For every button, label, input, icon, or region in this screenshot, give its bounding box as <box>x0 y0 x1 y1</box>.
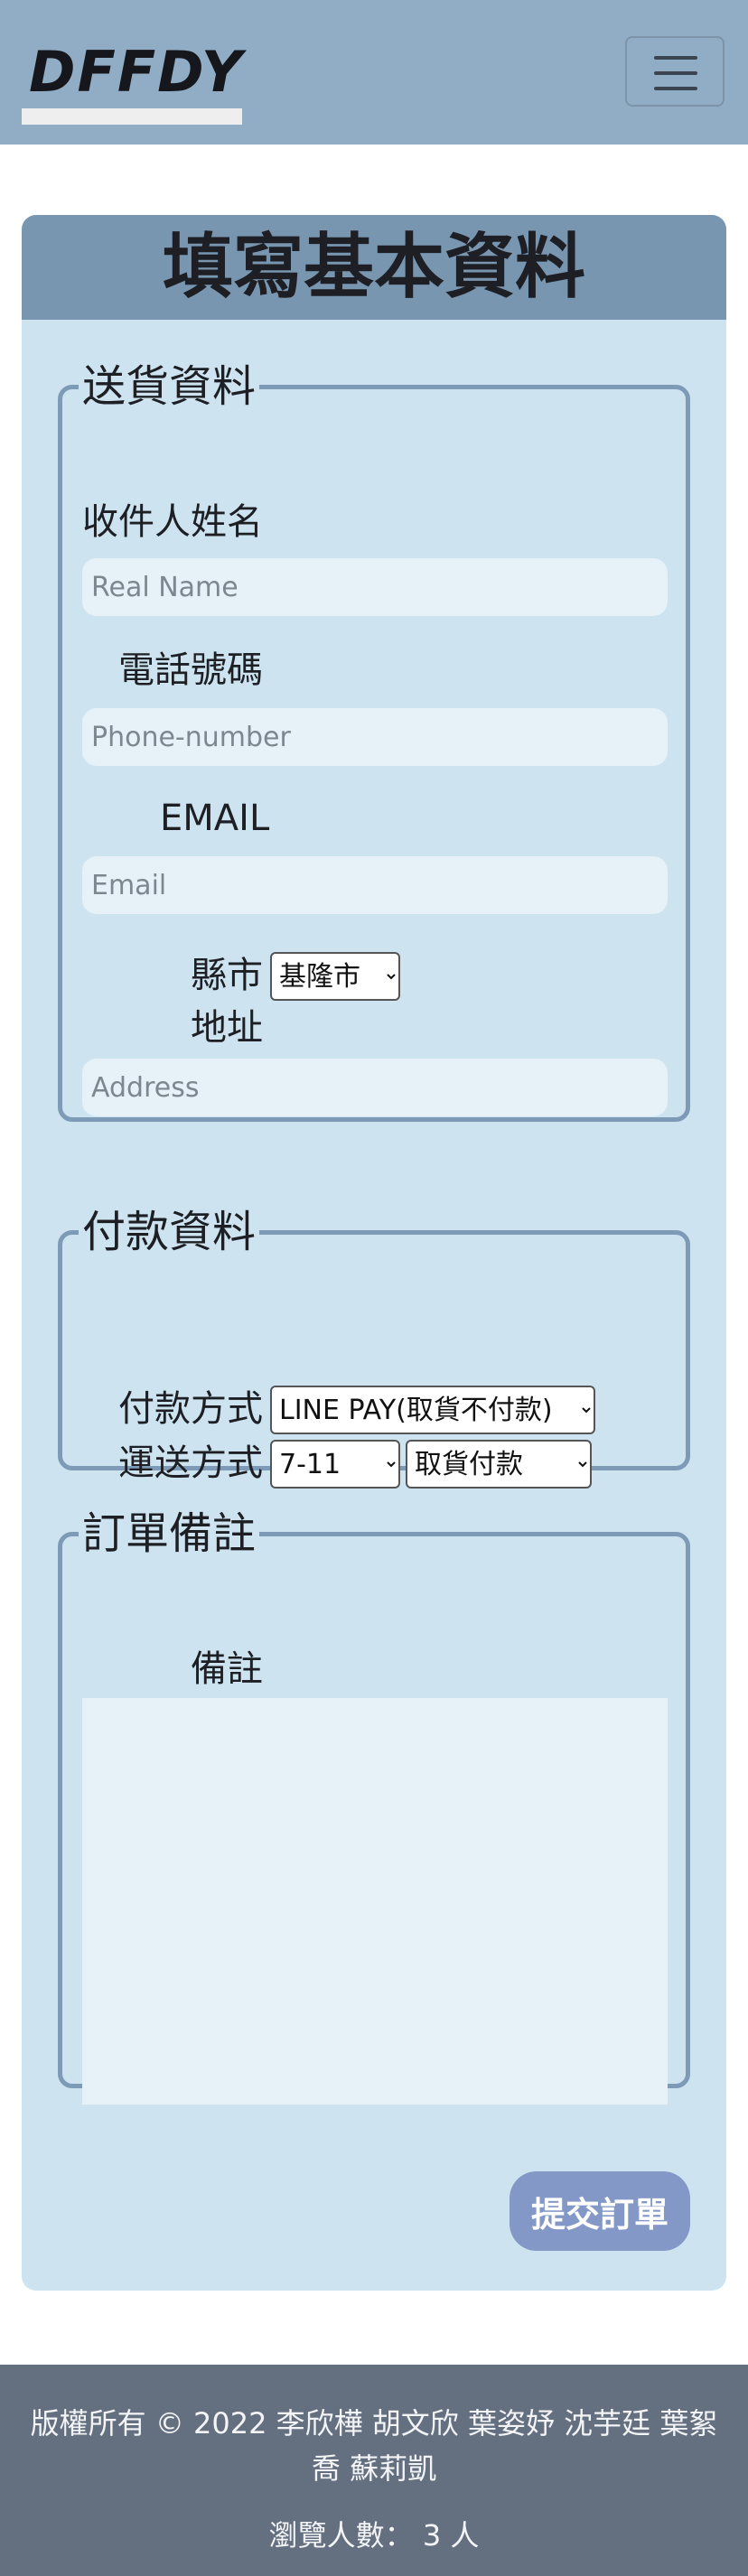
footer: 版權所有 © 2022 李欣樺 胡文欣 葉姿妤 沈芋廷 葉絮喬 蘇莉凱 瀏覽人數… <box>0 2365 748 2576</box>
city-select[interactable]: 基隆市 <box>270 952 400 1001</box>
page-title: 填寫基本資料 <box>162 227 585 308</box>
notes-textarea[interactable] <box>82 1698 668 2105</box>
phone-input[interactable] <box>82 708 668 766</box>
order-form-card: 填寫基本資料 送貨資料 收件人姓名 電話號碼 EMAIL 縣市 基隆市 地址 付… <box>22 215 726 2291</box>
copyright-text: 版權所有 © 2022 李欣樺 胡文欣 葉姿妤 沈芋廷 葉絮喬 蘇莉凱 <box>30 2406 718 2486</box>
city-label: 縣市 <box>191 955 263 996</box>
address-label: 地址 <box>191 1007 263 1049</box>
recipient-name-label: 收件人姓名 <box>82 501 263 543</box>
email-input[interactable] <box>82 856 668 914</box>
payment-legend: 付款資料 <box>82 1207 257 1257</box>
phone-label: 電話號碼 <box>118 649 263 691</box>
notes-label: 備註 <box>191 1648 263 1690</box>
shipping-payment-select[interactable]: 取貨付款 <box>406 1440 592 1489</box>
email-label: EMAIL <box>160 798 270 839</box>
view-counter: 瀏覽人數： 3 人 <box>268 2518 480 2553</box>
payment-method-label: 付款方式 <box>118 1388 263 1430</box>
payment-fieldset: 付款資料 付款方式 LINE PAY(取貨不付款) 運送方式 7-11 取貨付款 <box>58 1207 690 1489</box>
notes-legend: 訂單備註 <box>82 1508 257 1559</box>
menu-bar <box>654 56 697 60</box>
brand-name: DFFDY <box>29 39 244 105</box>
shipping-method-label: 運送方式 <box>118 1442 263 1484</box>
hamburger-menu-icon[interactable] <box>625 36 725 107</box>
menu-bar <box>654 87 697 90</box>
notes-fieldset: 訂單備註 備註 <box>58 1508 690 2105</box>
brand-underline <box>22 108 242 125</box>
shipping-legend: 送貨資料 <box>82 361 257 412</box>
shipping-method-select[interactable]: 7-11 <box>270 1440 400 1489</box>
recipient-name-input[interactable] <box>82 558 668 616</box>
form-header: 填寫基本資料 <box>22 215 726 320</box>
address-input[interactable] <box>82 1059 668 1116</box>
menu-bar <box>654 71 697 75</box>
submit-order-button[interactable]: 提交訂單 <box>510 2171 690 2251</box>
navbar: DFFDY <box>0 0 748 145</box>
payment-method-select[interactable]: LINE PAY(取貨不付款) <box>270 1386 595 1434</box>
shipping-fieldset: 送貨資料 收件人姓名 電話號碼 EMAIL 縣市 基隆市 地址 <box>58 363 690 1122</box>
brand-logo[interactable]: DFFDY <box>22 36 242 125</box>
